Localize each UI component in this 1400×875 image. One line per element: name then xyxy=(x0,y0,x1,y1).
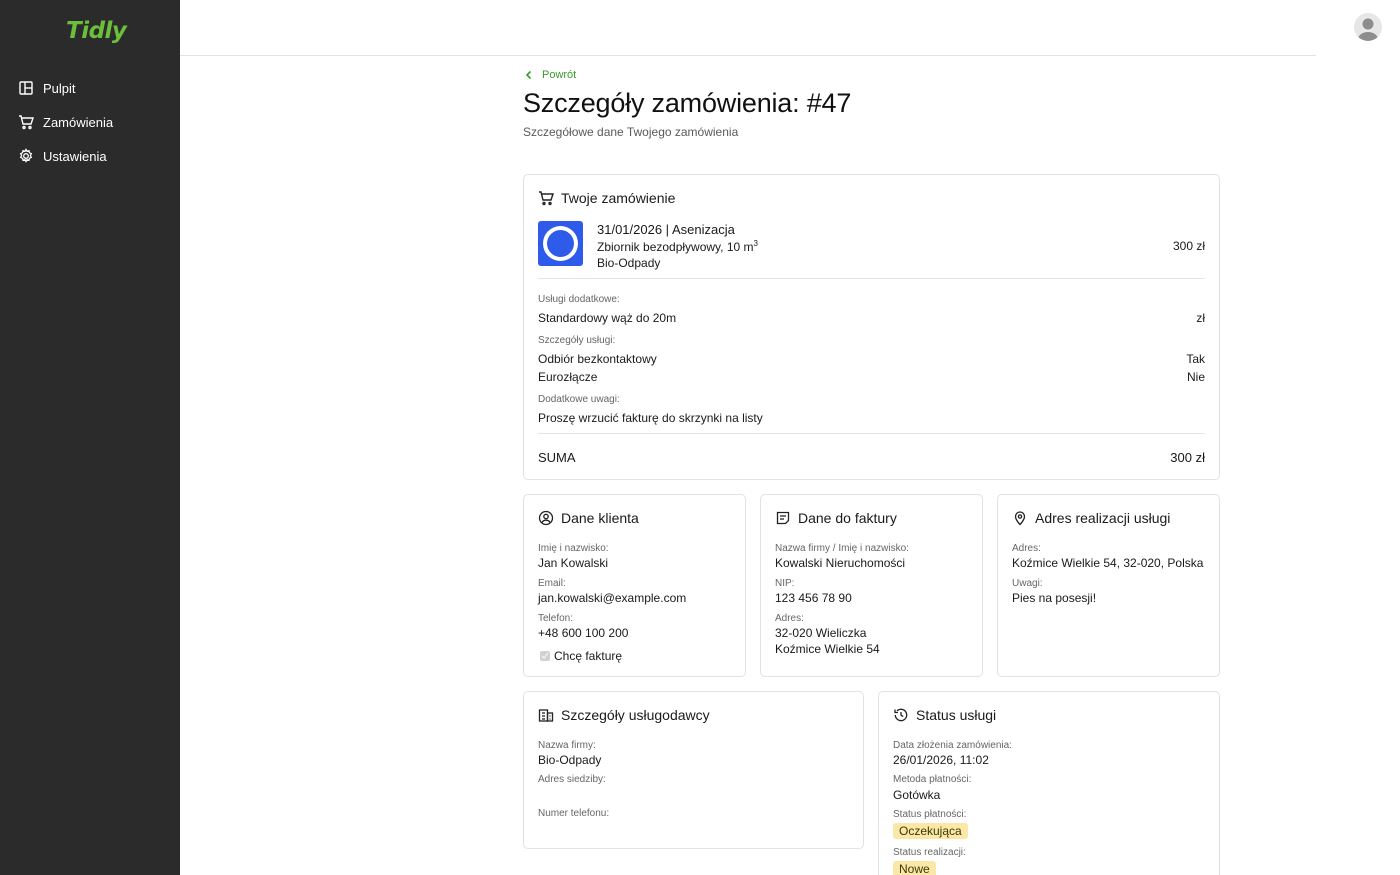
sidebar-item-label: Ustawienia xyxy=(43,148,107,164)
extra-service-price: zł xyxy=(1196,311,1205,325)
invoice-address-label: Adres: xyxy=(775,613,804,624)
order-card-title: Twoje zamówienie xyxy=(538,190,675,206)
invoice-address-line1: 32-020 Wieliczka xyxy=(775,626,867,640)
invoice-checkbox-label: Chcę fakturę xyxy=(554,649,623,663)
provider-logo xyxy=(538,221,583,266)
order-provider: Bio-Odpady xyxy=(597,256,661,270)
invoice-checkbox[interactable] xyxy=(540,651,550,661)
detail-row-value: Tak xyxy=(1186,352,1205,366)
location-card: Adres realizacji usługi Adres: Koźmice W… xyxy=(997,494,1220,677)
notes-label: Dodatkowe uwagi: xyxy=(538,394,620,405)
client-card-title: Dane klienta xyxy=(538,510,639,526)
detail-row-value: Nie xyxy=(1186,370,1205,384)
created-label: Data złożenia zamówienia: xyxy=(893,740,1012,751)
created-value: 26/01/2026, 11:02 xyxy=(893,753,989,767)
dashboard-icon xyxy=(19,81,33,95)
fulfillment-label: Status realizacji: xyxy=(893,847,966,858)
user-avatar[interactable] xyxy=(1354,13,1382,41)
gear-icon xyxy=(19,148,33,163)
user-icon xyxy=(1357,18,1379,41)
sidebar: Tidly Pulpit Zamówienia Ustawienia xyxy=(0,0,180,875)
sum-value: 300 zł xyxy=(1170,450,1205,465)
order-date-service: 31/01/2026 | Asenizacja xyxy=(597,222,735,237)
sidebar-item-ustawienia[interactable]: Ustawienia xyxy=(18,145,107,167)
extra-services-label: Usługi dodatkowe: xyxy=(538,294,620,305)
extra-service: Standardowy wąż do 20m xyxy=(538,311,677,325)
invoice-company: Kowalski Nieruchomości xyxy=(775,556,906,570)
order-notes: Proszę wrzucić fakturę do skrzynki na li… xyxy=(538,411,763,425)
invoice-card: Dane do faktury Nazwa firmy / Imię i naz… xyxy=(760,494,983,677)
client-email-label: Email: xyxy=(538,578,566,589)
location-notes: Pies na posesji! xyxy=(1012,591,1097,605)
invoice-card-title: Dane do faktury xyxy=(775,510,897,526)
order-price: 300 zł xyxy=(1172,239,1205,253)
top-bar xyxy=(180,0,1316,56)
payment-status-badge: Oczekująca xyxy=(893,823,968,839)
status-card-title: Status usługi xyxy=(893,707,996,723)
back-label: Powrót xyxy=(542,69,577,81)
map-pin-icon xyxy=(1014,511,1026,526)
payment-status-label: Status płatności: xyxy=(893,809,967,820)
client-phone: +48 600 100 200 xyxy=(538,626,629,640)
location-notes-label: Uwagi: xyxy=(1012,578,1043,589)
invoice-nip-label: NIP: xyxy=(775,578,795,589)
payment-method-label: Metoda płatności: xyxy=(893,774,972,785)
service-details-label: Szczegóły usługi: xyxy=(538,335,616,346)
location-card-title: Adres realizacji usługi xyxy=(1012,510,1170,526)
invoice-checkbox-row: Chcę fakturę xyxy=(540,649,622,663)
provider-card-title: Szczegóły usługodawcy xyxy=(538,707,710,723)
divider xyxy=(538,278,1205,279)
invoice-address-line2: Koźmice Wielkie 54 xyxy=(775,642,880,656)
page-title: Szczegóły zamówienia: #47 xyxy=(523,88,852,118)
client-name-label: Imię i nazwisko: xyxy=(538,543,609,554)
sum-label: SUMA xyxy=(538,450,576,465)
cart-icon xyxy=(19,115,34,130)
invoice-company-label: Nazwa firmy / Imię i nazwisko: xyxy=(775,543,909,554)
sidebar-item-label: Pulpit xyxy=(43,80,76,96)
provider-address-label: Adres siedziby: xyxy=(538,774,606,785)
cart-icon xyxy=(539,191,554,206)
document-icon xyxy=(776,511,790,525)
location-address: Koźmice Wielkie 54, 32-020, Polska xyxy=(1012,556,1204,570)
user-circle-icon xyxy=(538,510,554,526)
building-icon xyxy=(538,709,554,722)
sidebar-item-zamowienia[interactable]: Zamówienia xyxy=(18,111,113,133)
order-card: Twoje zamówienie 31/01/2026 | Asenizacja… xyxy=(523,174,1220,480)
page-subtitle: Szczegółowe dane Twojego zamówienia xyxy=(523,125,739,139)
back-link[interactable]: Powrót xyxy=(523,69,576,81)
provider-card: Szczegóły usługodawcy Nazwa firmy: Bio-O… xyxy=(523,691,864,849)
history-icon xyxy=(894,708,908,722)
client-name: Jan Kowalski xyxy=(538,556,609,570)
client-card: Dane klienta Imię i nazwisko: Jan Kowals… xyxy=(523,494,746,677)
app-logo[interactable]: Tidly xyxy=(66,18,127,44)
provider-phone-label: Numer telefonu: xyxy=(538,808,610,819)
payment-method: Gotówka xyxy=(893,788,941,802)
client-phone-label: Telefon: xyxy=(538,613,574,624)
location-address-label: Adres: xyxy=(1012,543,1041,554)
divider xyxy=(538,433,1205,434)
order-tank: Zbiornik bezodpływowy, 10 m3 xyxy=(597,239,758,254)
chevron-left-icon xyxy=(525,70,532,80)
status-card: Status usługi Data złożenia zamówienia: … xyxy=(878,691,1220,875)
detail-row-name: Eurozłącze xyxy=(538,370,598,384)
provider-name: Bio-Odpady xyxy=(538,753,602,767)
invoice-nip: 123 456 78 90 xyxy=(775,591,852,605)
client-email: jan.kowalski@example.com xyxy=(538,591,687,605)
sidebar-item-pulpit[interactable]: Pulpit xyxy=(18,77,76,99)
provider-name-label: Nazwa firmy: xyxy=(538,740,596,751)
detail-row-name: Odbiór bezkontaktowy xyxy=(538,352,657,366)
fulfillment-status-badge: Nowe xyxy=(893,861,936,875)
sidebar-item-label: Zamówienia xyxy=(43,114,114,130)
